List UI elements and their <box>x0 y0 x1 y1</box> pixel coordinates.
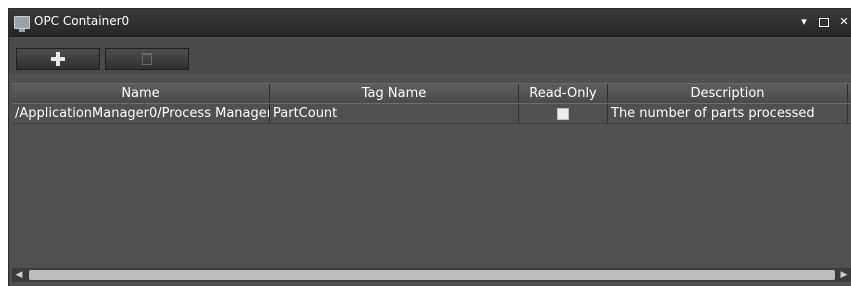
column-header-name[interactable]: Name <box>12 84 270 103</box>
table-header: Name Tag Name Read-Only Description <box>12 84 851 104</box>
column-header-description[interactable]: Description <box>608 84 848 103</box>
cell-description[interactable]: The number of parts processed <box>608 104 848 123</box>
scroll-left-icon[interactable]: ◀ <box>12 268 26 282</box>
close-button[interactable]: ✕ <box>837 15 851 29</box>
plus-icon <box>51 52 65 66</box>
window-controls: ▾ ✕ <box>797 15 851 31</box>
window-titlebar[interactable]: OPC Container0 ▾ ✕ <box>9 9 851 37</box>
maximize-button[interactable] <box>817 15 831 29</box>
scroll-right-icon[interactable]: ▶ <box>837 268 851 282</box>
read-only-checkbox[interactable] <box>557 107 569 120</box>
cell-tag-name[interactable]: PartCount <box>270 104 519 123</box>
add-button[interactable] <box>16 48 100 70</box>
monitor-icon <box>14 16 30 32</box>
opc-container-window: OPC Container0 ▾ ✕ Name Tag Name Read-On… <box>8 8 851 286</box>
trash-icon <box>142 53 152 65</box>
tag-table: Name Tag Name Read-Only Description /App… <box>12 83 851 284</box>
column-header-tag-name[interactable]: Tag Name <box>270 84 519 103</box>
scrollbar-thumb[interactable] <box>29 270 835 280</box>
window-title: OPC Container0 <box>34 14 130 28</box>
cell-name[interactable]: /ApplicationManager0/Process Manager0 <box>12 104 270 123</box>
toolbar <box>9 38 851 74</box>
cell-read-only <box>519 104 608 123</box>
pin-dropdown-icon[interactable]: ▾ <box>797 15 811 29</box>
column-header-read-only[interactable]: Read-Only <box>519 84 608 103</box>
horizontal-scrollbar[interactable]: ◀ ▶ <box>12 268 851 282</box>
delete-button[interactable] <box>105 48 189 70</box>
table-row[interactable]: /ApplicationManager0/Process Manager0 Pa… <box>12 104 851 124</box>
maximize-icon <box>819 18 829 27</box>
